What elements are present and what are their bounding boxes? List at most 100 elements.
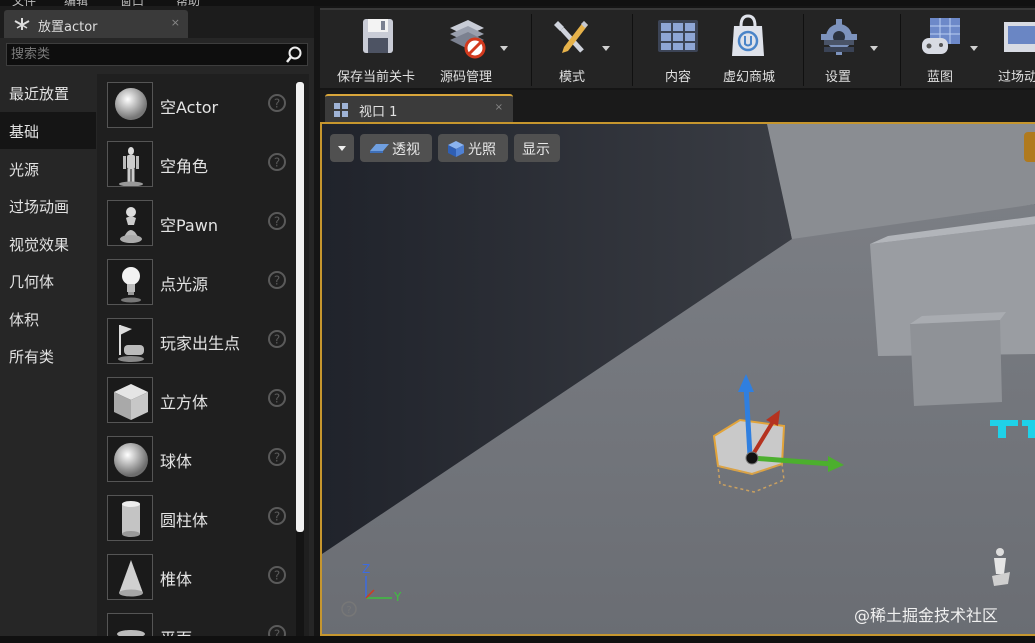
toolbar-label: 设置 <box>824 70 851 85</box>
help-icon[interactable]: ? <box>340 600 358 618</box>
save-current-level-button[interactable]: 保存当前关卡 <box>328 10 424 90</box>
modes-icon <box>554 21 588 53</box>
chevron-down-icon <box>500 46 508 51</box>
toolbar-label: 蓝图 <box>926 70 953 85</box>
list-item[interactable]: 玩家出生点 ? <box>97 315 297 373</box>
save-icon <box>363 19 393 53</box>
level-viewport[interactable]: 透视 光照 显示 Z Y ? @稀土掘金技术社区 <box>320 122 1035 636</box>
list-item-label: 空Actor <box>160 98 219 117</box>
help-icon[interactable]: ? <box>267 388 287 408</box>
help-icon[interactable]: ? <box>267 565 287 585</box>
category-volumes[interactable]: 体积 <box>0 300 96 337</box>
blueprints-button[interactable]: 蓝图 <box>908 10 980 90</box>
perspective-button[interactable]: 透视 <box>360 134 432 162</box>
list-item-label: 空Pawn <box>160 216 218 235</box>
viewport-grid-icon <box>334 103 348 117</box>
cylinder-icon <box>107 495 153 541</box>
svg-text:?: ? <box>274 392 280 406</box>
list-item-label: 椎体 <box>160 570 193 589</box>
svg-text:?: ? <box>274 333 280 347</box>
svg-text:?: ? <box>274 274 280 288</box>
toolbar-label: 保存当前关卡 <box>336 70 415 85</box>
list-item[interactable]: 空角色 ? <box>97 138 297 196</box>
category-visual-effects[interactable]: 视觉效果 <box>0 225 96 262</box>
cone-icon <box>107 554 153 600</box>
cinematics-button[interactable]: 过场动 <box>992 10 1035 90</box>
search-box <box>6 43 308 66</box>
help-icon[interactable]: ? <box>267 211 287 231</box>
sphere-icon <box>107 82 153 128</box>
lit-label: 光照 <box>468 142 496 158</box>
marketplace-icon <box>732 14 764 56</box>
modes-button[interactable]: 模式 <box>538 10 614 90</box>
svg-text:?: ? <box>274 156 280 170</box>
axis-y-label: Y <box>394 590 402 604</box>
panel-title: 放置actor <box>38 20 98 35</box>
lit-mode-button[interactable]: 光照 <box>438 134 508 162</box>
marketplace-button[interactable]: 虚幻商城 <box>712 10 786 90</box>
viewport-maximize-button[interactable] <box>1024 132 1035 162</box>
help-icon[interactable]: ? <box>267 93 287 113</box>
place-actors-panel: 放置actor × 最近放置 基础 光源 过场动画 视觉效果 几何体 体积 所有… <box>0 6 314 643</box>
help-icon[interactable]: ? <box>267 152 287 172</box>
place-mode-icon <box>14 18 30 30</box>
chevron-down-icon <box>970 46 978 51</box>
list-item[interactable]: 椎体 ? <box>97 551 297 609</box>
axis-z-label: Z <box>362 562 371 576</box>
content-button[interactable]: 内容 <box>640 10 716 90</box>
pawn-icon <box>107 200 153 246</box>
content-browser-icon <box>658 20 698 52</box>
svg-text:?: ? <box>274 97 280 111</box>
category-cinematic[interactable]: 过场动画 <box>0 187 96 224</box>
light-bulb-icon <box>107 259 153 305</box>
category-geometry[interactable]: 几何体 <box>0 262 96 299</box>
viewport-options-button[interactable] <box>330 134 354 162</box>
cube-icon <box>107 377 153 423</box>
perspective-label: 透视 <box>392 142 420 158</box>
category-all-classes[interactable]: 所有类 <box>0 337 96 374</box>
help-icon[interactable]: ? <box>267 506 287 526</box>
cinematics-icon <box>1004 22 1035 52</box>
panel-body: 最近放置 基础 光源 过场动画 视觉效果 几何体 体积 所有类 空Actor ? <box>0 38 314 643</box>
scene-render <box>322 124 1035 634</box>
editor-window: 文件 编辑 窗口 帮助 放置actor × 最近放置 基础 <box>0 0 1035 643</box>
list-item[interactable]: 点光源 ? <box>97 256 297 314</box>
list-item[interactable]: 球体 ? <box>97 433 297 491</box>
scrollbar-thumb[interactable] <box>296 82 304 532</box>
blueprint-icon <box>922 18 960 54</box>
show-label: 显示 <box>522 142 550 158</box>
viewport-title: 视口 1 <box>359 105 398 120</box>
list-item[interactable]: 立方体 ? <box>97 374 297 432</box>
help-icon[interactable]: ? <box>267 270 287 290</box>
category-recent[interactable]: 最近放置 <box>0 74 96 111</box>
perspective-icon <box>370 144 389 153</box>
viewport-tab[interactable]: 视口 1 × <box>325 94 513 122</box>
toolbar-divider <box>632 14 633 86</box>
toolbar-divider <box>900 14 901 86</box>
category-lights[interactable]: 光源 <box>0 150 96 187</box>
character-icon <box>107 141 153 187</box>
toolbar-label: 源码管理 <box>439 70 492 85</box>
category-list: 最近放置 基础 光源 过场动画 视觉效果 几何体 体积 所有类 <box>0 74 96 634</box>
scrollbar[interactable] <box>296 82 304 642</box>
settings-button[interactable]: 设置 <box>804 10 880 90</box>
close-icon[interactable]: × <box>495 102 503 113</box>
list-item[interactable]: 圆柱体 ? <box>97 492 297 550</box>
close-icon[interactable]: × <box>171 16 180 29</box>
list-item[interactable]: 空Pawn ? <box>97 197 297 255</box>
source-control-button[interactable]: 源码管理 <box>430 10 510 90</box>
list-item[interactable]: 空Actor ? <box>97 79 297 137</box>
sphere-icon <box>107 436 153 482</box>
show-button[interactable]: 显示 <box>514 134 560 162</box>
settings-icon <box>821 19 857 55</box>
main-toolbar: 保存当前关卡 源码管理 模式 内容 虚幻商城 设置 蓝图 过场动 <box>320 8 1035 88</box>
list-item-label: 点光源 <box>160 275 209 294</box>
category-basic[interactable]: 基础 <box>0 112 96 149</box>
chevron-down-icon <box>338 146 346 151</box>
search-input[interactable] <box>11 45 281 64</box>
help-icon[interactable]: ? <box>267 329 287 349</box>
place-actors-tab[interactable]: 放置actor × <box>4 10 188 38</box>
help-icon[interactable]: ? <box>267 447 287 467</box>
search-icon[interactable] <box>285 46 303 64</box>
list-item-label: 空角色 <box>160 157 209 176</box>
